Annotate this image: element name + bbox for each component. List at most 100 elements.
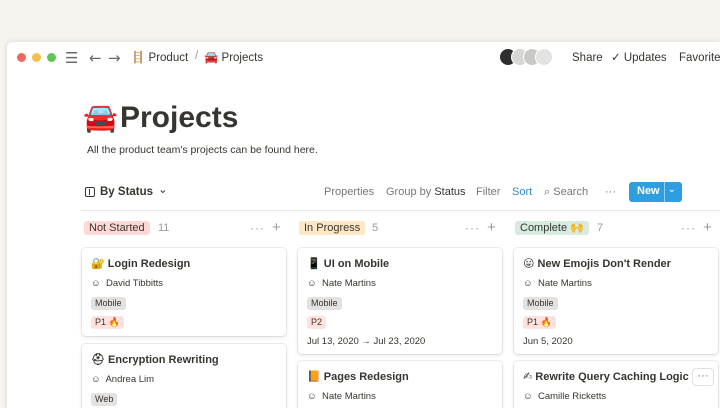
- avatar: [535, 48, 553, 66]
- toolbar-divider: [81, 210, 720, 211]
- column-add-icon[interactable]: +: [272, 219, 281, 236]
- card-title: 📱 UI on Mobile: [307, 257, 389, 271]
- window-minimize-button[interactable]: [32, 53, 41, 62]
- breadcrumb-separator: /: [195, 50, 199, 62]
- assignee-name: Camille Ricketts: [537, 391, 607, 402]
- chevron-down-icon[interactable]: ⌄: [668, 184, 676, 195]
- card-title-text: New Emojis Don't Render: [537, 258, 671, 270]
- column-header-complete: Complete 🙌 7 ··· +: [515, 219, 720, 238]
- card-assignee: ☺ Andrea Lim: [91, 374, 154, 386]
- lock-icon: 🔐: [91, 258, 105, 270]
- date: Jun 5, 2020: [523, 336, 573, 347]
- favorite-button[interactable]: Favorite: [679, 51, 720, 65]
- back-arrow-icon[interactable]: ←: [89, 48, 102, 68]
- card-title-text: Rewrite Query Caching Logic: [535, 371, 689, 383]
- helmet-icon: ⛑: [91, 354, 105, 366]
- breadcrumb-product[interactable]: 🪜 Product: [131, 50, 188, 66]
- view-label: By Status: [100, 186, 154, 198]
- car-icon: 🚘: [204, 52, 219, 64]
- share-button[interactable]: Share: [572, 51, 603, 65]
- card-encryption-rewriting[interactable]: ⛑ Encryption Rewriting ☺ Andrea Lim Web: [82, 344, 286, 408]
- column-more-icon[interactable]: ···: [250, 221, 265, 235]
- status-badge[interactable]: Complete 🙌: [515, 221, 589, 235]
- column-more-icon[interactable]: ···: [681, 221, 696, 235]
- new-button-label: New: [637, 185, 660, 197]
- window-close-button[interactable]: [17, 53, 26, 62]
- person-icon: ☺: [307, 278, 317, 289]
- updates-label: Updates: [623, 52, 667, 64]
- column-header-not-started: Not Started 11 ··· +: [84, 219, 294, 238]
- new-button-divider: [664, 182, 665, 202]
- collaborator-avatars[interactable]: [499, 48, 559, 68]
- menu-icon[interactable]: ☰: [65, 48, 78, 68]
- card-assignee: ☺ Camille Ricketts: [523, 391, 606, 403]
- card-title-text: Pages Redesign: [323, 371, 409, 383]
- card-title-text: Encryption Rewriting: [108, 354, 219, 366]
- column-count: 7: [597, 222, 604, 234]
- card-more-button[interactable]: ···: [692, 368, 714, 386]
- filter-button[interactable]: Filter: [476, 185, 500, 199]
- top-bar: ☰ ← → 🪜 Product / 🚘 Projects Share ✓ Upd…: [7, 42, 720, 74]
- assignee-name: David Tibbitts: [105, 278, 164, 289]
- board-view-icon: [85, 187, 95, 197]
- window-zoom-button[interactable]: [47, 53, 56, 62]
- card-title: ✍ Rewrite Query Caching Logic: [523, 370, 689, 384]
- card-rewrite-query-caching[interactable]: ✍ Rewrite Query Caching Logic ··· ☺ Cami…: [514, 361, 718, 408]
- page-icon[interactable]: 🚘: [83, 100, 118, 136]
- phone-icon: 📱: [307, 258, 321, 270]
- column-count: 5: [372, 222, 379, 234]
- column-header-in-progress: In Progress 5 ··· +: [299, 219, 509, 238]
- updates-button[interactable]: ✓ Updates: [611, 51, 667, 65]
- search-button[interactable]: ⌕ Search: [544, 185, 588, 199]
- properties-button[interactable]: Properties: [324, 185, 374, 199]
- card-assignee: ☺ David Tibbitts: [91, 278, 163, 290]
- card-title: 🔐 Login Redesign: [91, 257, 190, 271]
- view-switcher[interactable]: By Status ⌄: [85, 183, 168, 201]
- card-title: 😛 New Emojis Don't Render: [523, 257, 671, 271]
- card-ui-on-mobile[interactable]: 📱 UI on Mobile ☺ Nate Martins Mobile P2 …: [298, 248, 502, 354]
- platform-tag: Web: [91, 393, 118, 406]
- search-icon: ⌕: [544, 186, 551, 198]
- ladder-icon: 🪜: [131, 52, 146, 64]
- priority-tag: P1 🔥: [91, 316, 124, 329]
- app-window: ☰ ← → 🪜 Product / 🚘 Projects Share ✓ Upd…: [7, 42, 720, 408]
- chevron-down-icon: ⌄: [158, 184, 168, 196]
- page-title[interactable]: Projects: [120, 99, 238, 137]
- assignee-name: Nate Martins: [321, 278, 376, 289]
- platform-tag: Mobile: [307, 297, 342, 310]
- column-add-icon[interactable]: +: [703, 219, 712, 236]
- assignee-name: Andrea Lim: [105, 374, 155, 385]
- status-badge[interactable]: In Progress: [299, 221, 366, 235]
- check-icon: ✓: [611, 52, 621, 64]
- card-assignee: ☺ Nate Martins: [523, 278, 592, 290]
- new-button[interactable]: New ⌄: [629, 182, 682, 202]
- status-badge[interactable]: Not Started: [84, 221, 150, 235]
- group-by-button[interactable]: Group by Status: [386, 185, 466, 199]
- breadcrumb-product-label: Product: [148, 52, 189, 64]
- more-options-icon[interactable]: ···: [605, 185, 616, 199]
- card-title: 📙 Pages Redesign: [307, 370, 409, 384]
- sort-button[interactable]: Sort: [512, 185, 532, 199]
- platform-tag: Mobile: [91, 297, 126, 310]
- card-assignee: ☺ Nate Martins: [307, 278, 376, 290]
- book-icon: 📙: [307, 371, 321, 383]
- card-pages-redesign[interactable]: 📙 Pages Redesign ☺ Nate Martins: [298, 361, 502, 408]
- card-new-emojis[interactable]: 😛 New Emojis Don't Render ☺ Nate Martins…: [514, 248, 718, 354]
- column-add-icon[interactable]: +: [487, 219, 496, 236]
- person-icon: ☺: [91, 278, 101, 289]
- page-description[interactable]: All the product team's projects can be f…: [87, 143, 318, 157]
- column-more-icon[interactable]: ···: [465, 221, 480, 235]
- assignee-name: Nate Martins: [537, 278, 592, 289]
- column-count: 11: [158, 222, 170, 234]
- search-label: Search: [553, 186, 589, 198]
- emoji-face-icon: 😛: [523, 258, 535, 270]
- platform-tag: Mobile: [523, 297, 558, 310]
- card-title-text: UI on Mobile: [323, 258, 390, 270]
- card-login-redesign[interactable]: 🔐 Login Redesign ☺ David Tibbitts Mobile…: [82, 248, 286, 336]
- priority-tag: P1 🔥: [523, 316, 556, 329]
- card-assignee: ☺ Nate Martins: [307, 391, 376, 403]
- priority-tag: P2: [307, 316, 327, 329]
- breadcrumb-projects[interactable]: 🚘 Projects: [204, 50, 263, 66]
- date-range: Jul 13, 2020 → Jul 23, 2020: [307, 336, 426, 347]
- forward-arrow-icon[interactable]: →: [108, 48, 121, 68]
